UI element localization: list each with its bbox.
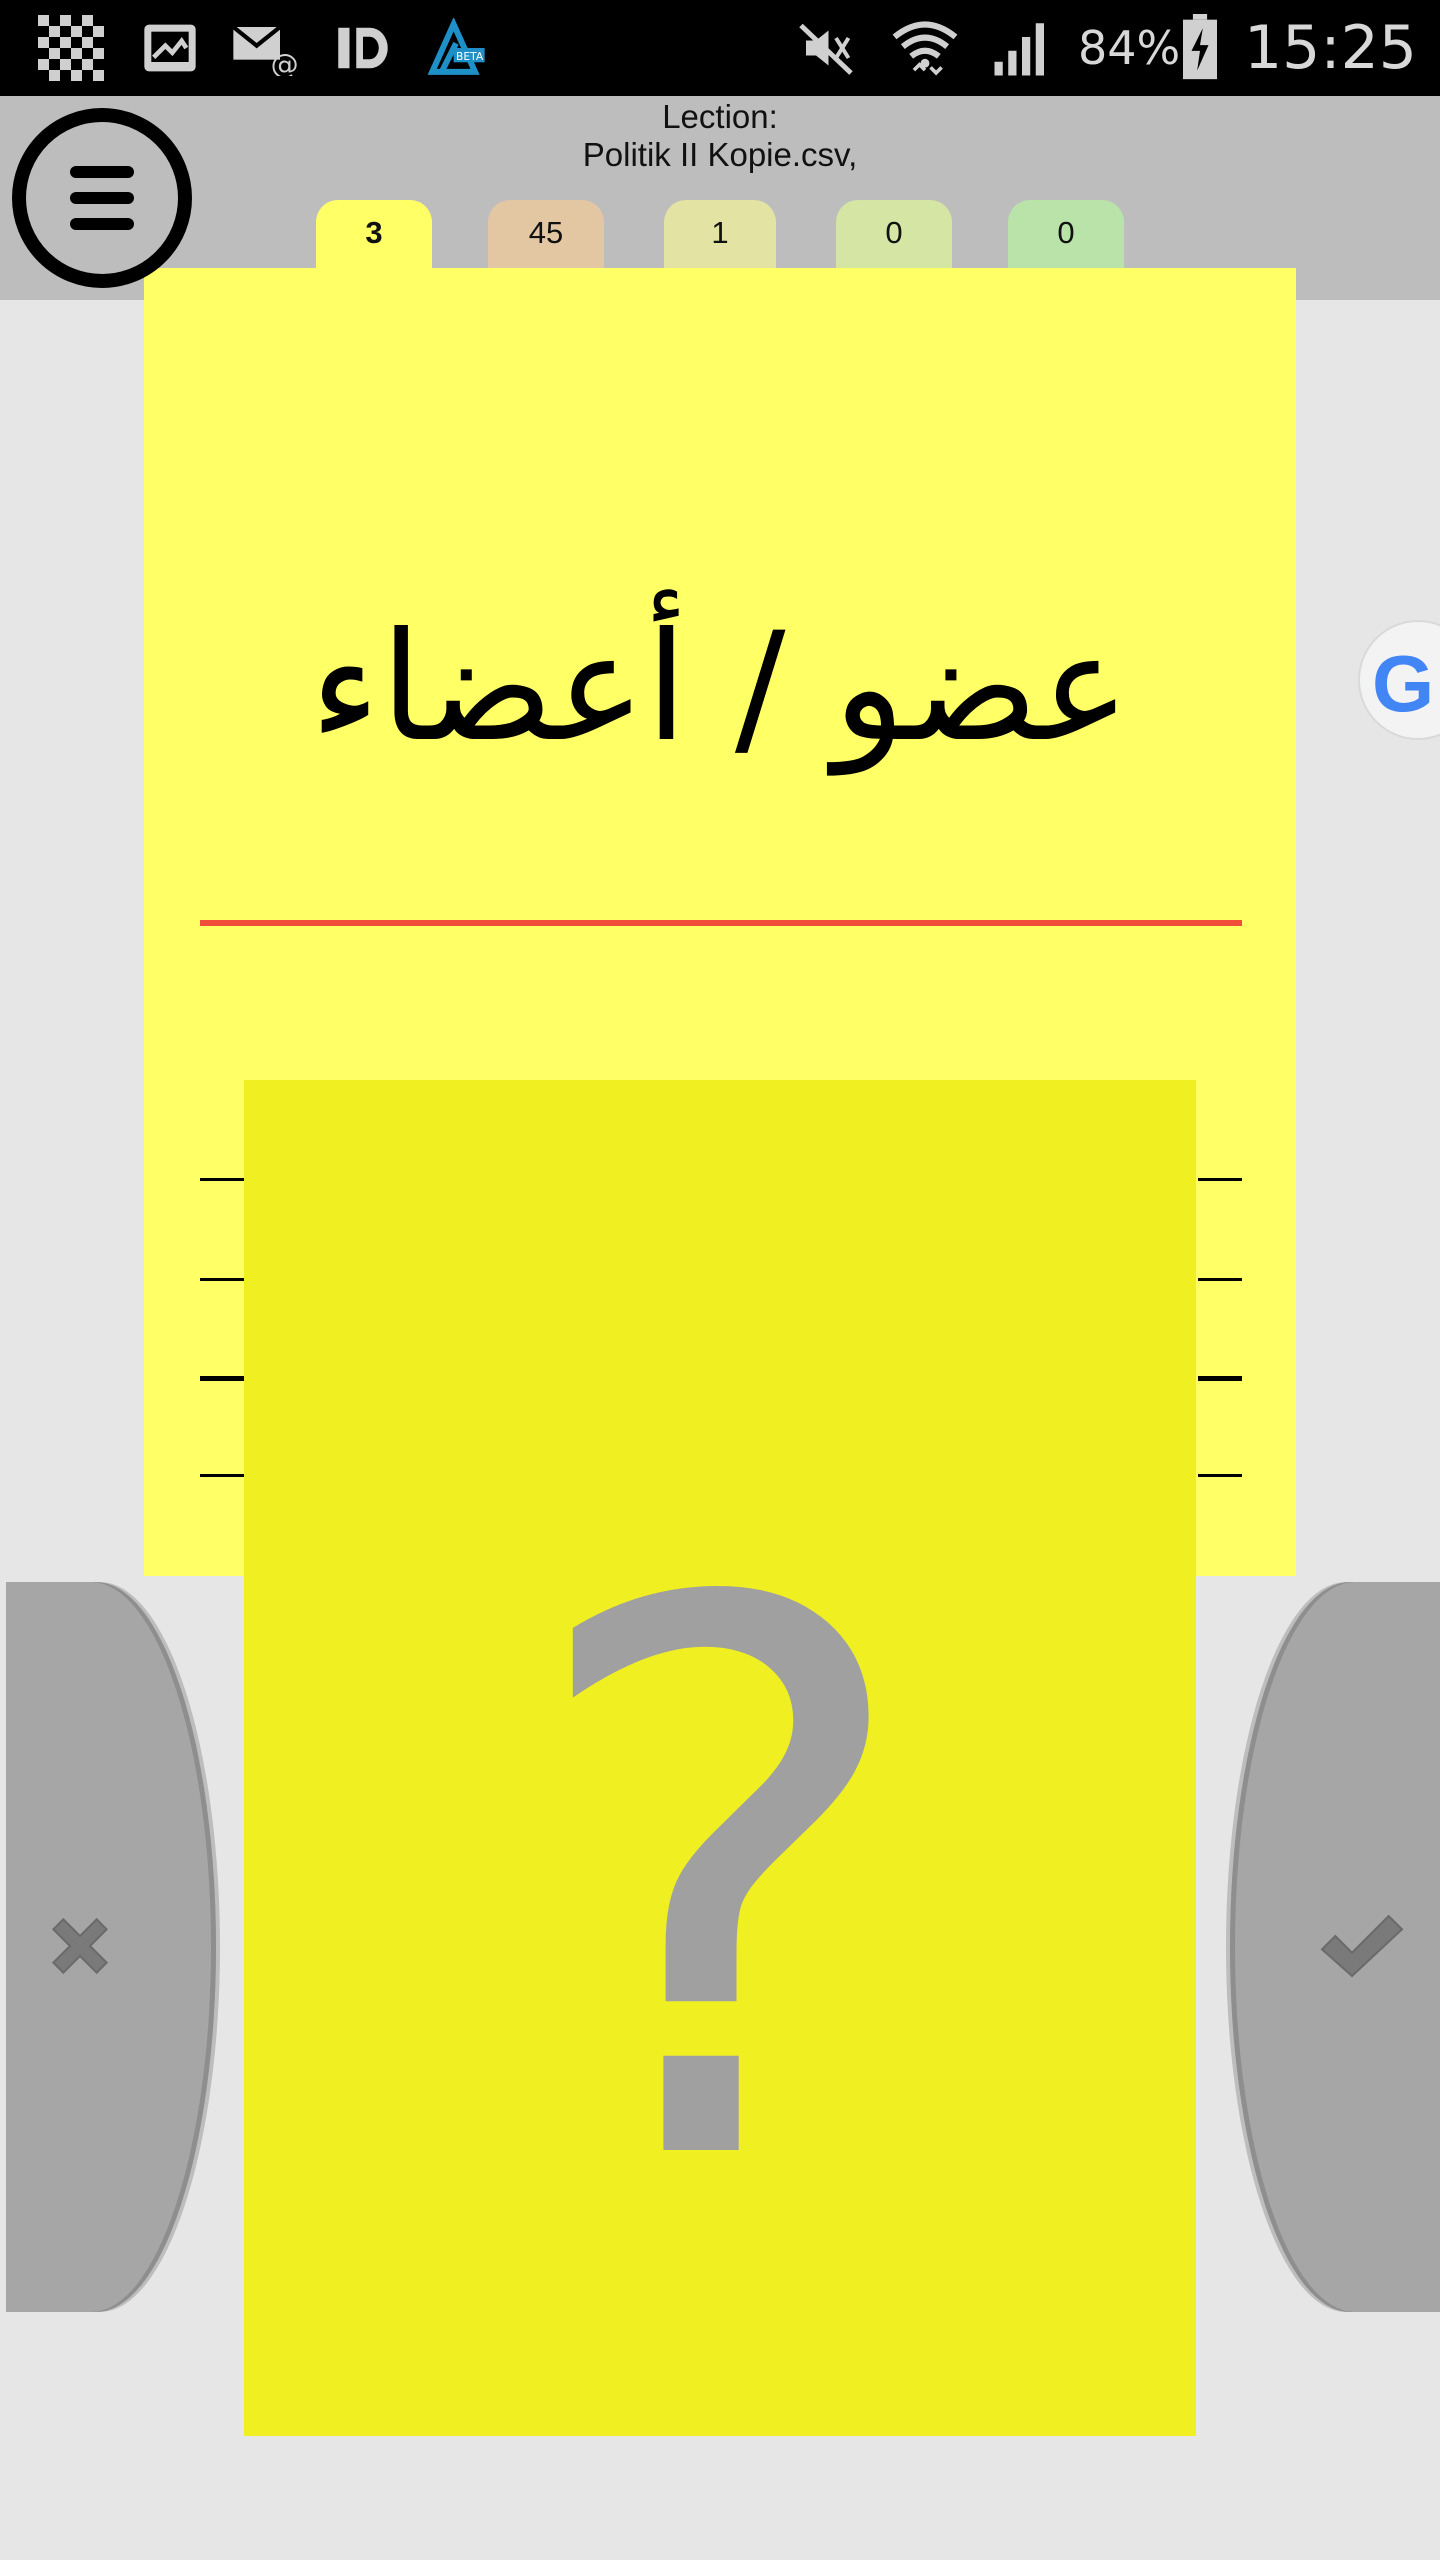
box-tab-3[interactable]: 1 (664, 200, 776, 270)
answer-line (1198, 1474, 1242, 1477)
answer-line (200, 1474, 244, 1477)
box-tab-5[interactable]: 0 (1008, 200, 1124, 270)
answer-cover-card[interactable]: ? (244, 1080, 1196, 2436)
google-icon: G (1372, 639, 1435, 728)
status-bar: @ BETA 84% 15:25 (0, 0, 1440, 96)
lection-label: Lection: (662, 98, 778, 135)
box-tab-4[interactable]: 0 (836, 200, 952, 270)
clock: 15:25 (1244, 13, 1417, 83)
svg-text:BETA: BETA (456, 50, 484, 63)
answer-divider (200, 920, 1242, 926)
answer-line (200, 1278, 244, 1281)
battery-icon (1178, 14, 1222, 82)
svg-text:@: @ (271, 48, 299, 76)
checker-icon (36, 14, 106, 82)
image-icon (140, 14, 200, 82)
beta-app-icon: BETA (424, 14, 488, 82)
google-assistant-bubble[interactable]: G (1358, 620, 1440, 740)
menu-icon (70, 166, 134, 178)
menu-icon-bar (70, 218, 134, 230)
question-mark: ? (518, 1446, 922, 2330)
signal-icon (988, 14, 1056, 82)
vocab-word: عضو / أعضاء (309, 601, 1131, 775)
menu-button[interactable] (12, 108, 192, 288)
id-icon (334, 14, 392, 82)
answer-line (200, 1376, 244, 1381)
answer-line (200, 1178, 244, 1181)
menu-icon-bar (70, 192, 134, 204)
box-tab-2[interactable]: 45 (488, 200, 604, 270)
answer-line (1198, 1178, 1242, 1181)
mute-icon (792, 14, 860, 82)
answer-line (1198, 1278, 1242, 1281)
box-tab-1[interactable]: 3 (316, 200, 432, 270)
lection-file-name: Politik II Kopie.csv, (582, 136, 858, 173)
answer-line (1198, 1376, 1242, 1381)
check-icon (1314, 1904, 1410, 1988)
mail-at-icon: @ (230, 14, 302, 82)
battery-percent: 84% (1078, 21, 1181, 75)
right-answer-button[interactable] (1230, 1582, 1440, 2312)
wifi-icon (888, 14, 962, 82)
x-icon (38, 1904, 122, 1988)
wrong-answer-button[interactable] (6, 1582, 216, 2312)
